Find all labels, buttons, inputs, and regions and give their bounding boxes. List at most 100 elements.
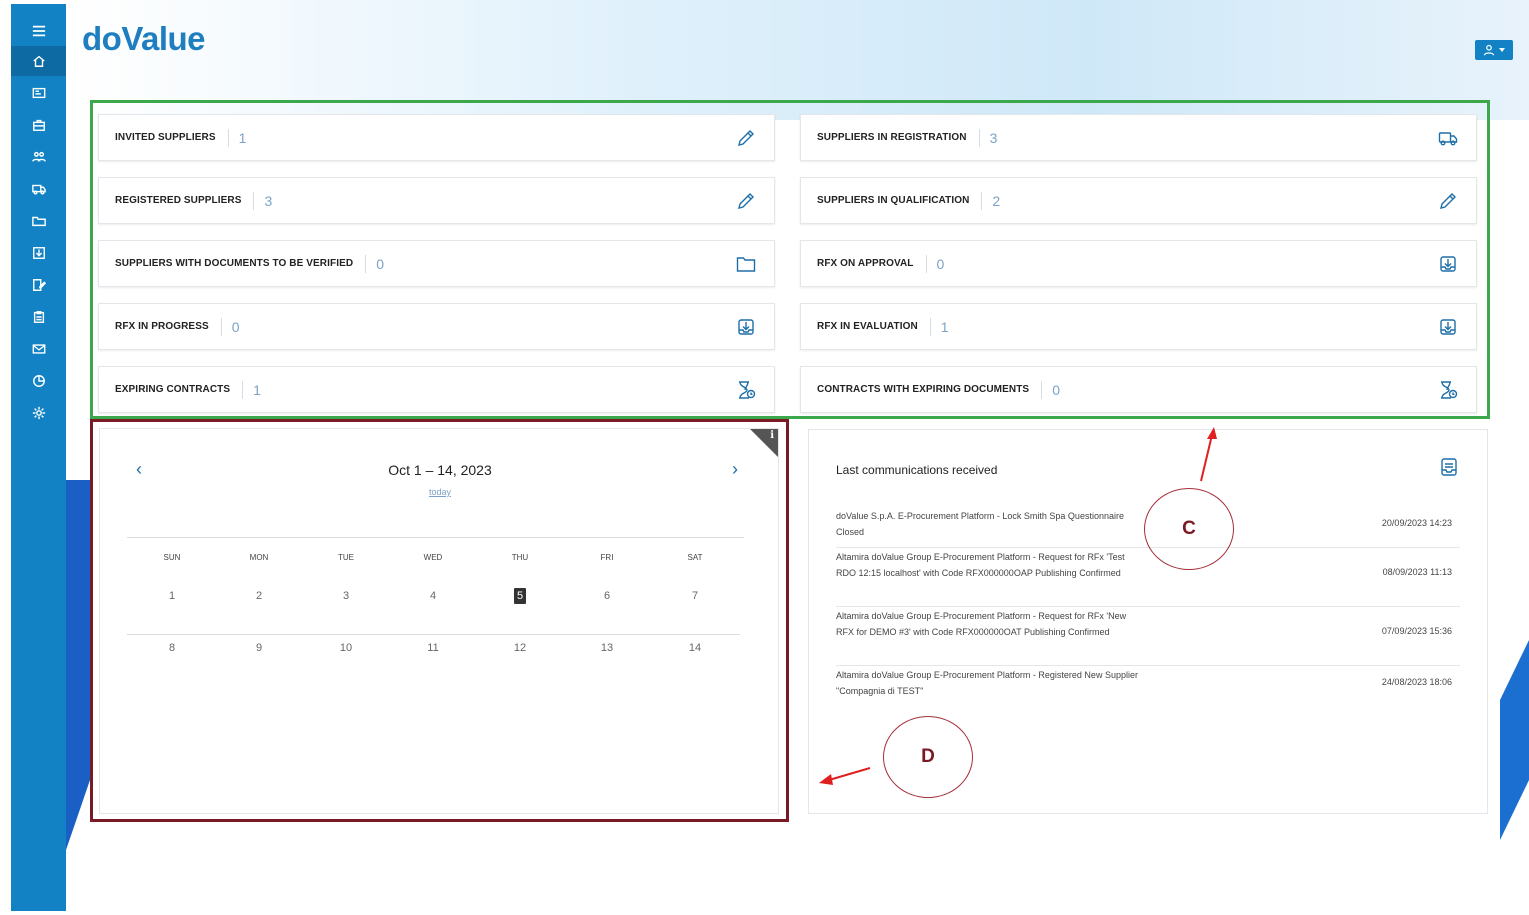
truck-icon[interactable] xyxy=(11,174,66,204)
pencil-icon[interactable] xyxy=(736,191,756,211)
communication-text: Altamira doValue Group E-Procurement Pla… xyxy=(836,611,1127,637)
inbox-download-icon[interactable] xyxy=(11,238,66,268)
calendar-title: Oct 1 – 14, 2023 xyxy=(388,462,492,478)
calendar-widget: i ‹ › Oct 1 – 14, 2023 today SUN MON TUE WE… xyxy=(99,428,779,814)
stat-card-label: CONTRACTS WITH EXPIRING DOCUMENTS xyxy=(817,384,1030,395)
decorative-shape-right xyxy=(1500,640,1529,840)
weekday-header: SAT xyxy=(687,553,703,562)
calendar-day-number: 14 xyxy=(688,642,702,654)
home-icon[interactable] xyxy=(11,46,66,76)
clipboard-icon[interactable] xyxy=(11,302,66,332)
stat-card-count: 0 xyxy=(231,318,240,335)
stat-card-count: 2 xyxy=(992,192,1001,209)
stat-card[interactable]: RFX ON APPROVAL 0 xyxy=(800,240,1477,287)
calendar-day-number: 11 xyxy=(427,642,439,654)
calendar-day[interactable]: 1 xyxy=(152,590,192,602)
stat-card[interactable]: REGISTERED SUPPLIERS 3 xyxy=(98,177,775,224)
users-icon[interactable] xyxy=(11,142,66,172)
communication-item[interactable]: Altamira doValue Group E-Procurement Pla… xyxy=(836,608,1460,666)
calendar-day[interactable]: 5 xyxy=(500,588,540,604)
separator xyxy=(925,254,927,273)
annotation-arrow-d xyxy=(819,767,871,785)
edit-document-icon[interactable] xyxy=(11,270,66,300)
stat-card[interactable]: CONTRACTS WITH EXPIRING DOCUMENTS 0 xyxy=(800,366,1477,413)
settings-icon[interactable] xyxy=(11,398,66,428)
stat-card-label: REGISTERED SUPPLIERS xyxy=(115,195,242,206)
stat-card-label: RFX ON APPROVAL xyxy=(817,258,914,269)
separator xyxy=(227,128,229,147)
annotation-circle-d: D xyxy=(883,716,973,798)
calendar-day[interactable]: 2 xyxy=(239,590,279,602)
calendar-day[interactable]: 4 xyxy=(413,590,453,602)
calendar-day[interactable]: 13 xyxy=(587,642,627,654)
stat-card-label: RFX IN PROGRESS xyxy=(115,321,209,332)
stat-card[interactable]: RFX IN EVALUATION 1 xyxy=(800,303,1477,350)
mail-icon[interactable] xyxy=(11,334,66,364)
stat-card-count: 3 xyxy=(264,192,273,209)
folder-icon[interactable] xyxy=(11,206,66,236)
user-menu-button[interactable] xyxy=(1475,40,1513,60)
calendar-day-number: 6 xyxy=(603,590,611,602)
separator xyxy=(981,191,983,210)
stat-card-label: RFX IN EVALUATION xyxy=(817,321,918,332)
calendar-day[interactable]: 11 xyxy=(413,642,453,654)
stat-card-count: 0 xyxy=(936,255,945,272)
inbox-download-icon[interactable] xyxy=(736,317,756,337)
calendar-day[interactable]: 12 xyxy=(500,642,540,654)
communication-text: Altamira doValue Group E-Procurement Pla… xyxy=(836,552,1125,578)
info-icon[interactable]: i xyxy=(770,430,774,441)
chart-pie-icon[interactable] xyxy=(11,366,66,396)
stat-card-count: 1 xyxy=(940,318,949,335)
weekday-header: FRI xyxy=(600,553,614,562)
calendar-day[interactable]: 9 xyxy=(239,642,279,654)
hourglass-clock-icon[interactable] xyxy=(1438,380,1458,400)
divider xyxy=(127,537,744,538)
menu-icon[interactable] xyxy=(11,18,66,44)
communication-date: 07/09/2023 15:36 xyxy=(1381,626,1452,636)
pencil-icon[interactable] xyxy=(1438,191,1458,211)
id-card-icon[interactable] xyxy=(11,78,66,108)
stat-card-count: 1 xyxy=(238,129,247,146)
inbox-message-icon[interactable] xyxy=(1439,457,1459,477)
calendar-day[interactable]: 7 xyxy=(675,590,715,602)
communication-text: Altamira doValue Group E-Procurement Pla… xyxy=(836,670,1138,696)
calendar-day-number: 2 xyxy=(255,590,263,602)
weekday-header: TUE xyxy=(338,553,354,562)
communication-item[interactable]: Altamira doValue Group E-Procurement Pla… xyxy=(836,549,1460,607)
stat-card[interactable]: SUPPLIERS IN REGISTRATION 3 xyxy=(800,114,1477,161)
calendar-day-number: 10 xyxy=(339,642,353,654)
stat-card[interactable]: EXPIRING CONTRACTS 1 xyxy=(98,366,775,413)
calendar-day[interactable]: 10 xyxy=(326,642,366,654)
inbox-download-icon[interactable] xyxy=(1438,317,1458,337)
separator xyxy=(1041,380,1043,399)
calendar-day[interactable]: 14 xyxy=(675,642,715,654)
stat-card[interactable]: RFX IN PROGRESS 0 xyxy=(98,303,775,350)
stat-card[interactable]: SUPPLIERS WITH DOCUMENTS TO BE VERIFIED 0 xyxy=(98,240,775,287)
calendar-day[interactable]: 3 xyxy=(326,590,366,602)
hourglass-clock-icon[interactable] xyxy=(736,380,756,400)
stat-card[interactable]: INVITED SUPPLIERS 1 xyxy=(98,114,775,161)
calendar-day[interactable]: 8 xyxy=(152,642,192,654)
stat-card-count: 3 xyxy=(989,129,998,146)
communication-item[interactable]: Altamira doValue Group E-Procurement Pla… xyxy=(836,667,1460,709)
stat-card[interactable]: SUPPLIERS IN QUALIFICATION 2 xyxy=(800,177,1477,224)
communication-date: 08/09/2023 11:13 xyxy=(1382,567,1452,577)
calendar-day-number: 13 xyxy=(600,642,614,654)
pencil-icon[interactable] xyxy=(736,128,756,148)
calendar-day-number: 1 xyxy=(168,590,176,602)
separator xyxy=(220,317,222,336)
stat-card-label: SUPPLIERS WITH DOCUMENTS TO BE VERIFIED xyxy=(115,258,354,269)
weekday-header: THU xyxy=(511,553,529,562)
app-logo: doValue xyxy=(82,20,206,57)
folder-icon[interactable] xyxy=(736,254,756,274)
calendar-today-link[interactable]: today xyxy=(100,487,780,497)
truck-icon[interactable] xyxy=(1438,128,1458,148)
calendar-day-number: 9 xyxy=(255,642,263,654)
separator xyxy=(929,317,931,336)
communication-date: 24/08/2023 18:06 xyxy=(1381,677,1452,687)
calendar-day[interactable]: 6 xyxy=(587,590,627,602)
briefcase-icon[interactable] xyxy=(11,110,66,140)
stat-card-label: EXPIRING CONTRACTS xyxy=(115,384,231,395)
calendar-day-number: 12 xyxy=(513,642,527,654)
inbox-download-icon[interactable] xyxy=(1438,254,1458,274)
